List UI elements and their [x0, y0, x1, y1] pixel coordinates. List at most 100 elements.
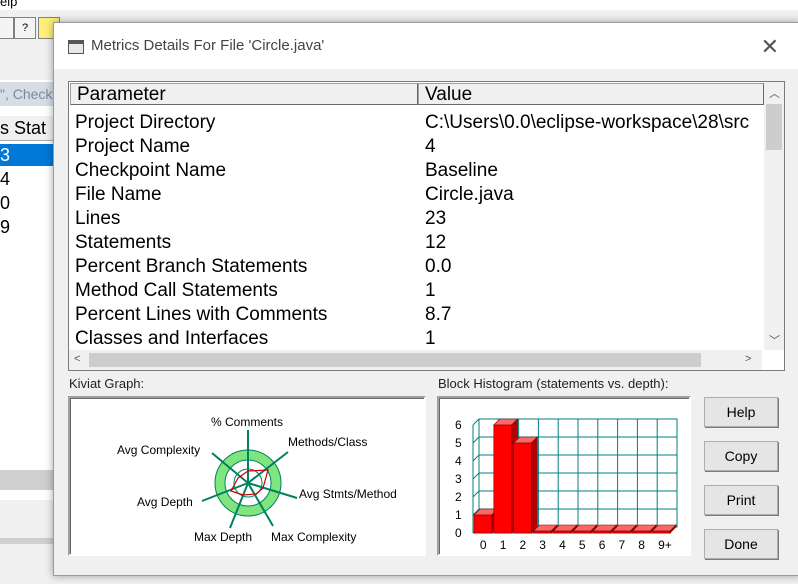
kiviat-axis-label: Avg Depth: [137, 495, 193, 509]
histogram-x-tick-label: 7: [619, 538, 626, 552]
scroll-up-icon[interactable]: ︿: [769, 85, 780, 101]
column-header-parameter[interactable]: Parameter: [70, 83, 418, 105]
kiviat-axis-label: Max Depth: [194, 530, 252, 544]
histogram-bar: [651, 530, 671, 534]
value-cell: 8.7: [425, 304, 452, 325]
print-button[interactable]: Print: [704, 485, 778, 515]
help-button[interactable]: Help: [704, 397, 778, 427]
histogram-bar: [473, 514, 493, 534]
histogram-bar: [552, 530, 572, 534]
table-row[interactable]: Percent Lines with Comments 8.7: [69, 303, 762, 327]
histogram-y-tick-label: 1: [455, 508, 462, 522]
parameter-cell: Checkpoint Name: [75, 160, 227, 181]
histogram-y-tick-label: 3: [455, 472, 462, 486]
kiviat-label: Kiviat Graph:: [69, 376, 145, 391]
kiviat-axis-label: % Comments: [211, 415, 283, 429]
histogram-y-tick-label: 5: [455, 436, 462, 450]
copy-button[interactable]: Copy: [704, 441, 778, 471]
histogram-bar: [592, 530, 611, 534]
table-row[interactable]: Lines 23: [69, 207, 762, 231]
table-row[interactable]: Statements 12: [69, 231, 762, 255]
histogram-y-tick-label: 4: [455, 454, 462, 468]
column-header-value[interactable]: Value: [418, 83, 764, 105]
background-menu-help[interactable]: elp: [0, 0, 17, 9]
done-button[interactable]: Done: [704, 529, 778, 559]
value-cell: Circle.java: [425, 184, 514, 205]
close-icon[interactable]: ✕: [761, 34, 779, 60]
value-cell: 23: [425, 208, 447, 229]
value-cell: C:\Users\0.0\eclipse-workspace\28\src: [425, 112, 750, 133]
histogram-x-tick-label: 4: [559, 538, 566, 552]
kiviat-axis-label: Methods/Class: [288, 435, 367, 449]
scroll-down-icon[interactable]: ﹀: [769, 332, 780, 348]
horizontal-scroll-thumb[interactable]: [89, 353, 701, 367]
kiviat-graph: % Comments Methods/Class Avg Stmts/Metho…: [117, 415, 397, 544]
grid-header: Parameter Value: [69, 82, 764, 107]
scroll-left-icon[interactable]: <: [74, 353, 80, 365]
parameter-cell: File Name: [75, 184, 162, 205]
value-cell: 0.0: [425, 256, 452, 277]
histogram-x-tick-label: 1: [500, 538, 507, 552]
background-row[interactable]: 4: [0, 168, 60, 190]
background-toolbar-button[interactable]: [0, 17, 14, 39]
background-row[interactable]: 0: [0, 192, 60, 214]
title-bar[interactable]: Metrics Details For File 'Circle.java' ✕: [54, 23, 798, 69]
value-cell: 1: [425, 328, 436, 349]
horizontal-scrollbar[interactable]: < >: [69, 350, 762, 370]
histogram-label: Block Histogram (statements vs. depth):: [438, 376, 669, 391]
background-tab[interactable]: ", Check: [0, 82, 60, 106]
histogram-x-tick-label: 0: [480, 538, 487, 552]
histogram-bar-side: [531, 436, 538, 534]
parameter-cell: Statements: [75, 232, 172, 253]
background-menu-bar: elp: [0, 0, 798, 10]
parameter-cell: Percent Branch Statements: [75, 256, 308, 277]
histogram-gridline: [472, 490, 480, 498]
histogram-gridline: [472, 454, 480, 462]
table-row[interactable]: Classes and Interfaces 1: [69, 327, 762, 351]
table-row[interactable]: Project Directory C:\Users\0.0\eclipse-wo…: [69, 111, 762, 135]
histogram-y-tick-label: 6: [455, 418, 462, 432]
parameter-cell: Method Call Statements: [75, 280, 278, 301]
background-list-pane: [0, 80, 60, 500]
metrics-grid: Parameter Value Project Directory C:\User…: [68, 81, 785, 371]
table-row[interactable]: Checkpoint Name Baseline: [69, 159, 762, 183]
histogram-y-tick-label: 0: [455, 526, 462, 540]
table-row[interactable]: File Name Circle.java: [69, 183, 762, 207]
value-cell: 1: [425, 280, 436, 301]
histogram-x-tick-label: 6: [599, 538, 606, 552]
kiviat-axis-label: Avg Complexity: [117, 443, 200, 457]
background-column-header[interactable]: s Stat: [0, 116, 60, 141]
parameter-cell: Project Directory: [75, 112, 216, 133]
block-histogram-chart: 01234560 1 2 3 4 5 6 7 8 9+: [455, 418, 678, 552]
kiviat-axis-label: Max Complexity: [271, 530, 356, 544]
parameter-cell: Percent Lines with Comments: [75, 304, 328, 325]
table-row[interactable]: Project Name 4: [69, 135, 762, 159]
histogram-x-tick-label: 2: [520, 538, 527, 552]
vertical-scroll-thumb[interactable]: [766, 104, 782, 150]
parameter-cell: Classes and Interfaces: [75, 328, 269, 349]
histogram-x-tick-label: 3: [539, 538, 546, 552]
histogram-x-tick-label: 5: [579, 538, 586, 552]
value-cell: Baseline: [425, 160, 498, 181]
value-cell: 12: [425, 232, 447, 253]
vertical-scrollbar[interactable]: ︿ ﹀: [764, 82, 784, 350]
histogram-bar: [513, 442, 532, 534]
histogram-bar: [493, 424, 512, 534]
value-cell: 4: [425, 136, 436, 157]
histogram-x-tick-label: 9+: [658, 538, 672, 552]
histogram-bar: [612, 530, 631, 534]
histogram-panel: 0 1 2 3 4 5 6 0 1 2 3 4 5 6 7 8 9+: [437, 396, 691, 556]
dialog-title: Metrics Details For File 'Circle.java': [91, 37, 325, 54]
question-pointer-icon[interactable]: ?: [14, 17, 36, 39]
table-row[interactable]: Percent Branch Statements 0.0: [69, 255, 762, 279]
background-status-strip: [0, 538, 60, 544]
histogram-bar: [533, 530, 552, 534]
background-row[interactable]: 3: [0, 144, 60, 166]
histogram-bar: [632, 530, 651, 534]
kiviat-graph-panel: % Comments Methods/Class Avg Stmts/Metho…: [68, 396, 426, 556]
scroll-right-icon[interactable]: >: [745, 353, 751, 365]
parameter-cell: Lines: [75, 208, 121, 229]
background-row[interactable]: 9: [0, 216, 60, 238]
table-row[interactable]: Method Call Statements 1: [69, 279, 762, 303]
kiviat-axis-label: Avg Stmts/Method: [299, 487, 397, 501]
